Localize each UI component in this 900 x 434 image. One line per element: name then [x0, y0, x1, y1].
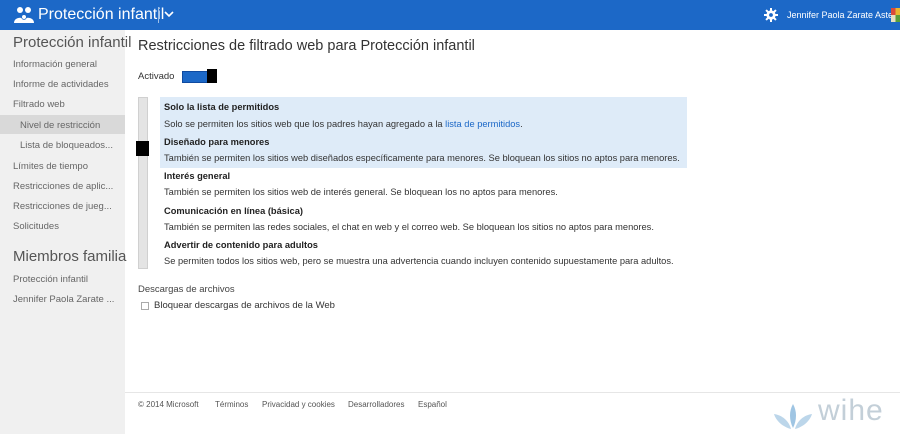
sidebar-item-filtrado-web[interactable]: Filtrado web [13, 98, 123, 111]
level-desc-suffix: . [520, 119, 523, 129]
level-desc-comunicacion-linea: También se permiten las redes sociales, … [164, 222, 654, 232]
toggle-track [182, 71, 210, 83]
gear-icon[interactable] [764, 8, 778, 22]
block-downloads-label[interactable]: Bloquear descargas de archivos de la Web [154, 300, 335, 312]
footer-link-idioma[interactable]: Español [418, 399, 447, 410]
sidebar-item-informacion-general[interactable]: Información general [13, 58, 123, 71]
level-title-comunicacion-linea[interactable]: Comunicación en línea (básica) [164, 205, 303, 217]
sidebar-item-restricciones-juegos[interactable]: Restricciones de jueg... [13, 200, 123, 213]
footer-link-privacidad[interactable]: Privacidad y cookies [262, 399, 335, 410]
downloads-heading: Descargas de archivos [138, 284, 235, 295]
sidebar-item-nivel-restriccion[interactable]: Nivel de restricción [20, 119, 123, 132]
footer-copyright: © 2014 Microsoft [138, 400, 199, 409]
sidebar: Protección infantil Información general … [0, 30, 131, 434]
level-desc-disenado-menores: También se permiten los sitios web diseñ… [164, 153, 680, 163]
footer-divider [125, 392, 900, 393]
sidebar-item-informe-actividades[interactable]: Informe de actividades [13, 78, 123, 91]
page-title: Restricciones de filtrado web para Prote… [138, 38, 475, 54]
toggle-label: Activado [138, 71, 175, 82]
sidebar-item-solicitudes[interactable]: Solicitudes [13, 220, 123, 233]
family-member-jennifer[interactable]: Jennifer Paola Zarate ... [13, 293, 123, 306]
block-downloads-checkbox[interactable] [141, 302, 149, 310]
level-desc-advertir-adultos: Se permiten todos los sitios web, pero s… [164, 256, 674, 266]
sidebar-heading[interactable]: Protección infantil [13, 34, 131, 52]
level-desc-text: Solo se permiten los sitios web que los … [164, 119, 446, 129]
chevron-down-icon[interactable] [163, 7, 175, 21]
level-title-advertir-adultos[interactable]: Advertir de contenido para adultos [164, 239, 318, 251]
level-desc-solo-permitidos: Solo se permiten los sitios web que los … [164, 118, 523, 130]
title-divider [158, 7, 159, 23]
lista-permitidos-link[interactable]: lista de permitidos [445, 119, 520, 129]
restriction-level-slider[interactable] [138, 97, 148, 269]
family-heading: Miembros familia [13, 248, 127, 265]
family-icon[interactable] [13, 6, 35, 24]
sidebar-item-limites-tiempo[interactable]: Límites de tiempo [13, 160, 123, 173]
level-desc-interes-general: También se permiten los sitios web de in… [164, 187, 558, 197]
top-bar: Protección infantil Jennifer Paola Zarat… [0, 0, 900, 30]
user-name[interactable]: Jennifer Paola Zarate Astete [787, 9, 900, 21]
level-title-disenado-menores[interactable]: Diseñado para menores [164, 136, 269, 148]
watermark-text: wihe [818, 394, 884, 427]
app-title[interactable]: Protección infantil [38, 5, 164, 25]
level-title-interes-general[interactable]: Interés general [164, 170, 230, 182]
leaf-logo-icon [774, 404, 812, 429]
family-member-proteccion-infantil[interactable]: Protección infantil [13, 273, 123, 286]
activado-toggle[interactable] [182, 69, 217, 83]
level-title-solo-permitidos[interactable]: Solo la lista de permitidos [164, 101, 279, 113]
user-avatar-icon[interactable] [891, 8, 900, 22]
toggle-knob[interactable] [207, 69, 217, 83]
footer-link-terminos[interactable]: Términos [215, 399, 248, 410]
slider-thumb[interactable] [136, 141, 149, 156]
sidebar-item-lista-bloqueados[interactable]: Lista de bloqueados... [20, 139, 123, 152]
footer-link-desarrolladores[interactable]: Desarrolladores [348, 399, 404, 410]
sidebar-item-restricciones-aplicaciones[interactable]: Restricciones de aplic... [13, 180, 123, 193]
